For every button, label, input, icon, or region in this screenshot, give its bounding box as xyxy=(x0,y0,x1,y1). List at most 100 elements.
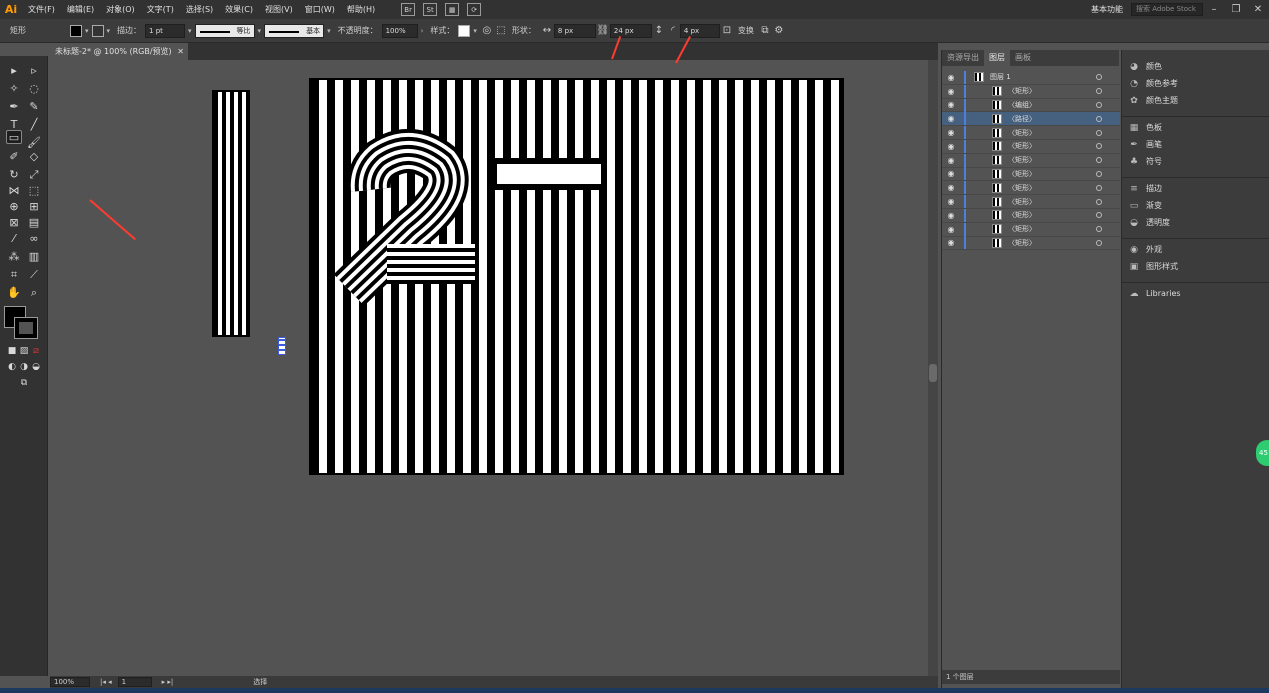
gpu-icon[interactable]: ⟳ xyxy=(467,3,482,16)
sublayer-row[interactable]: ◉ 〈矩形〉 xyxy=(942,222,1120,237)
target-icon[interactable] xyxy=(1096,170,1102,177)
eye-icon[interactable]: ◉ xyxy=(942,211,960,220)
target-icon[interactable] xyxy=(1096,129,1102,136)
eyedropper-icon[interactable]: ⁄ xyxy=(6,232,22,246)
panel-graphic-styles[interactable]: ▣ 图形样式 xyxy=(1122,258,1269,275)
zoom-tool-icon[interactable]: ⌕ xyxy=(26,286,42,300)
artboard-tool-icon[interactable]: ⌗ xyxy=(6,268,22,282)
layer-label[interactable]: 〈矩形〉 xyxy=(1008,169,1036,179)
stroke-color-swatch[interactable] xyxy=(14,317,38,339)
scroll-thumb[interactable] xyxy=(929,364,937,382)
layer-label[interactable]: 〈矩形〉 xyxy=(1008,210,1036,220)
menu-object[interactable]: 对象(O) xyxy=(100,4,141,15)
target-icon[interactable] xyxy=(1096,88,1102,95)
rectangle-tool-icon[interactable]: ▭ xyxy=(6,130,22,144)
none-mode-icon[interactable]: ⧄ xyxy=(28,344,44,358)
symbol-sprayer-icon[interactable]: ⁂ xyxy=(6,250,22,264)
perspective-grid-icon[interactable]: ⊞ xyxy=(26,200,42,214)
tab-layers[interactable]: 图层 xyxy=(984,50,1010,66)
eye-icon[interactable]: ◉ xyxy=(942,73,960,82)
close-window-icon[interactable]: ✕ xyxy=(1247,4,1269,15)
notification-badge[interactable]: 45 xyxy=(1256,440,1269,466)
arrange-documents-icon[interactable]: ▦ xyxy=(445,3,460,16)
panel-symbol[interactable]: ♣ 符号 xyxy=(1122,153,1269,170)
sublayer-row[interactable]: ◉ 〈矩形〉 xyxy=(942,139,1120,154)
layer-label[interactable]: 〈路径〉 xyxy=(1008,114,1036,124)
layer-label[interactable]: 〈矩形〉 xyxy=(1008,183,1036,193)
minimize-icon[interactable]: – xyxy=(1203,4,1225,15)
lasso-icon[interactable]: ◌ xyxy=(26,82,42,96)
sublayer-row[interactable]: ◉ 〈编组〉 xyxy=(942,98,1120,113)
panel-appearance[interactable]: ◉ 外观 xyxy=(1122,241,1269,258)
layer-label[interactable]: 〈矩形〉 xyxy=(1008,224,1036,234)
chevron-down-icon[interactable]: ▾ xyxy=(255,27,265,35)
paintbrush-icon[interactable]: 🖌 xyxy=(26,136,42,150)
shape-width-field[interactable]: 8 px xyxy=(553,23,596,38)
layer-label[interactable]: 〈矩形〉 xyxy=(1008,238,1036,248)
target-icon[interactable] xyxy=(1096,115,1102,122)
corner-radius-field[interactable]: 4 px xyxy=(679,23,720,38)
eye-icon[interactable]: ◉ xyxy=(942,100,960,109)
panel-color-theme[interactable]: ✿ 颜色主题 xyxy=(1122,92,1269,109)
canvas-area[interactable] xyxy=(50,60,930,676)
document-tab[interactable]: 未标题-2* @ 100% (RGB/预览) ✕ xyxy=(50,43,188,60)
close-icon[interactable]: ✕ xyxy=(177,43,184,60)
selection-handle[interactable] xyxy=(278,337,286,355)
hand-tool-icon[interactable]: ✋ xyxy=(6,286,22,300)
eye-icon[interactable]: ◉ xyxy=(942,156,960,165)
eye-icon[interactable]: ◉ xyxy=(942,169,960,178)
panel-color[interactable]: ◕ 颜色 xyxy=(1122,58,1269,75)
layer-label[interactable]: 〈矩形〉 xyxy=(1008,128,1036,138)
corner-link-icon[interactable]: ⊡ xyxy=(720,24,734,38)
target-icon[interactable] xyxy=(1096,184,1102,191)
artboard[interactable] xyxy=(309,78,844,475)
stripe-rectangle-small[interactable] xyxy=(212,90,250,337)
more-options-icon[interactable]: ⚙ xyxy=(772,24,786,38)
shape-builder-icon[interactable]: ⊕ xyxy=(6,200,22,214)
curvature-tool-icon[interactable]: ✎ xyxy=(26,100,42,114)
menu-edit[interactable]: 编辑(E) xyxy=(61,4,100,15)
sublayer-row[interactable]: ◉ 〈矩形〉 xyxy=(942,236,1120,251)
menu-help[interactable]: 帮助(H) xyxy=(341,4,381,15)
magic-wand-icon[interactable]: ✧ xyxy=(6,82,22,96)
layer-row[interactable]: ◉ 图层 1 xyxy=(942,70,1120,85)
sublayer-row[interactable]: ◉ 〈矩形〉 xyxy=(942,208,1120,223)
tab-artboards[interactable]: 画板 xyxy=(1010,50,1036,66)
shape-height-field[interactable]: 24 px xyxy=(609,23,652,38)
width-tool-icon[interactable]: ⋈ xyxy=(6,184,22,198)
sublayer-row[interactable]: ◉ 〈矩形〉 xyxy=(942,84,1120,99)
layer-label[interactable]: 〈编组〉 xyxy=(1008,100,1036,110)
gradient-tool-icon[interactable]: ▤ xyxy=(26,216,42,230)
stock-search-input[interactable]: 搜索 Adobe Stock xyxy=(1131,3,1203,16)
panel-stroke[interactable]: ≡ 描边 xyxy=(1122,180,1269,197)
sublayer-row[interactable]: ◉ 〈矩形〉 xyxy=(942,195,1120,209)
align-icon[interactable]: ⬚ xyxy=(494,24,508,38)
target-icon[interactable] xyxy=(1096,143,1102,150)
sublayer-row[interactable]: ◉ 〈矩形〉 xyxy=(942,181,1120,196)
panel-transparency[interactable]: ◒ 透明度 xyxy=(1122,214,1269,231)
workspace-switcher[interactable]: 基本功能 xyxy=(1083,4,1131,15)
sublayer-row[interactable]: ◉ 〈矩形〉 xyxy=(942,167,1120,182)
target-icon[interactable] xyxy=(1096,157,1102,164)
screen-mode-icon[interactable]: ⧉ xyxy=(16,376,32,390)
layer-label[interactable]: 〈矩形〉 xyxy=(1008,197,1036,207)
panel-swatches[interactable]: ▦ 色板 xyxy=(1122,119,1269,136)
target-icon[interactable] xyxy=(1096,74,1102,81)
layer-label[interactable]: 〈矩形〉 xyxy=(1008,86,1036,96)
mesh-tool-icon[interactable]: ⊠ xyxy=(6,216,22,230)
menu-view[interactable]: 视图(V) xyxy=(259,4,299,15)
panel-color-guide[interactable]: ◔ 颜色参考 xyxy=(1122,75,1269,92)
menu-type[interactable]: 文字(T) xyxy=(141,4,180,15)
free-transform-icon[interactable]: ⬚ xyxy=(26,184,42,198)
shaper-tool-icon[interactable]: ✐ xyxy=(6,150,22,164)
recolor-icon[interactable]: ◎ xyxy=(480,24,494,38)
target-icon[interactable] xyxy=(1096,212,1102,219)
opacity-field[interactable]: 100% xyxy=(381,23,418,38)
stock-icon[interactable]: St xyxy=(423,3,438,16)
page-nav-icon[interactable]: |◂ ◂ xyxy=(100,678,112,686)
brush-definition[interactable]: 基本 xyxy=(264,23,325,38)
bridge-icon[interactable]: Br xyxy=(401,3,416,16)
panel-gradient[interactable]: ▭ 渐变 xyxy=(1122,197,1269,214)
chevron-down-icon[interactable]: ▾ xyxy=(82,27,92,35)
eye-icon[interactable]: ◉ xyxy=(942,114,960,123)
